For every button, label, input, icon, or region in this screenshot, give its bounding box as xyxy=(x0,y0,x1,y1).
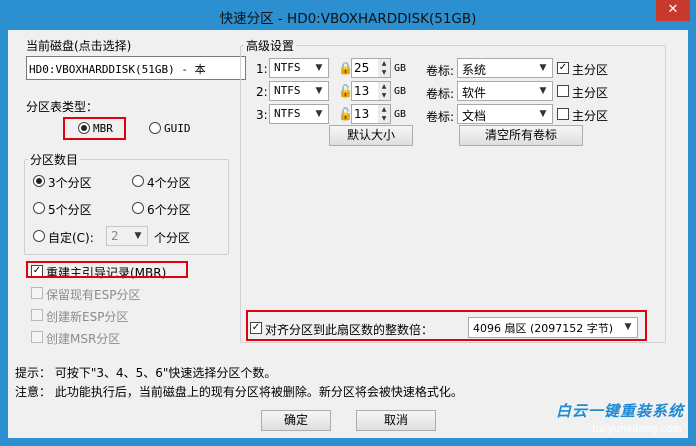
row1-size-spinner[interactable]: 25 ▲ ▼ xyxy=(351,58,391,78)
row3-fs-value: NTFS xyxy=(274,107,301,120)
spin-down-icon[interactable]: ▼ xyxy=(378,68,390,77)
watermark-url: baiyunxitong.com xyxy=(592,424,682,435)
disk-value: HD0:VBOXHARDDISK(51GB) - 本 xyxy=(29,63,206,76)
tip-line: 提示： 可按下"3、4、5、6"快速选择分区个数。 xyxy=(15,366,277,380)
chevron-down-icon: ▼ xyxy=(539,86,547,96)
title-bar: 快速分区 - HD0:VBOXHARDDISK(51GB) ✕ xyxy=(0,0,696,30)
row3-volume-select[interactable]: 文档 ▼ xyxy=(457,104,553,124)
mbr-highlight-box xyxy=(63,117,126,140)
chevron-down-icon: ▼ xyxy=(539,109,547,119)
row2-primary-checkbox[interactable] xyxy=(557,85,569,97)
keep-esp-label: 保留现有ESP分区 xyxy=(46,288,141,302)
chevron-down-icon: ▼ xyxy=(315,86,323,96)
row1-unit: GB xyxy=(394,63,407,74)
row2-volume-select[interactable]: 软件 ▼ xyxy=(457,81,553,101)
row2-fs-select[interactable]: NTFS ▼ xyxy=(269,81,329,101)
row1-size-value: 25 xyxy=(354,61,370,75)
custom-partitions-suffix: 个分区 xyxy=(154,231,191,245)
row2-primary-label: 主分区 xyxy=(572,86,609,100)
clear-labels-button[interactable]: 清空所有卷标 xyxy=(459,125,583,146)
row3-volume-label: 卷标: xyxy=(426,110,455,124)
row3-size-value: 13 xyxy=(354,107,370,121)
radio-custom-partitions[interactable] xyxy=(33,230,45,242)
chevron-down-icon: ▼ xyxy=(539,63,547,73)
label-6-partitions: 6个分区 xyxy=(147,203,191,217)
window-frame-right xyxy=(688,30,696,446)
spin-up-icon[interactable]: ▲ xyxy=(378,59,390,68)
row1-volume-label: 卷标: xyxy=(426,64,455,78)
create-msr-label: 创建MSR分区 xyxy=(46,332,121,346)
table-type-label: 分区表类型： xyxy=(26,100,99,114)
radio-6-partitions[interactable] xyxy=(132,202,144,214)
spin-up-icon[interactable]: ▲ xyxy=(378,82,390,91)
create-msr-checkbox[interactable] xyxy=(31,331,43,343)
radio-4-partitions[interactable] xyxy=(132,175,144,187)
custom-count-select[interactable]: 2 ▼ xyxy=(106,226,148,246)
guid-radio[interactable] xyxy=(149,122,161,134)
row3-unit: GB xyxy=(394,109,407,120)
row2-unit: GB xyxy=(394,86,407,97)
label-5-partitions: 5个分区 xyxy=(48,203,92,217)
default-size-button[interactable]: 默认大小 xyxy=(329,125,413,146)
close-button[interactable]: ✕ xyxy=(656,0,690,21)
keep-esp-checkbox[interactable] xyxy=(31,287,43,299)
spin-up-icon[interactable]: ▲ xyxy=(378,105,390,114)
partition-count-label: 分区数目 xyxy=(28,151,81,168)
custom-partitions-label: 自定(C): xyxy=(48,231,94,245)
rebuild-mbr-highlight-box xyxy=(26,261,188,278)
chevron-down-icon: ▼ xyxy=(315,63,323,73)
window-frame-left xyxy=(0,30,8,446)
create-esp-label: 创建新ESP分区 xyxy=(46,310,129,324)
align-highlight-box xyxy=(246,310,647,341)
window-frame-bottom xyxy=(0,438,696,446)
row1-fs-select[interactable]: NTFS ▼ xyxy=(269,58,329,78)
row1-primary-label: 主分区 xyxy=(572,63,609,77)
cancel-button[interactable]: 取消 xyxy=(356,410,436,431)
spin-down-icon[interactable]: ▼ xyxy=(378,114,390,123)
row1-primary-checkbox[interactable]: ✓ xyxy=(557,62,569,74)
row3-fs-select[interactable]: NTFS ▼ xyxy=(269,104,329,124)
radio-3-partitions[interactable] xyxy=(33,175,45,187)
chevron-down-icon: ▼ xyxy=(134,231,142,241)
row3-volume-value: 文档 xyxy=(462,109,487,123)
chevron-down-icon: ▼ xyxy=(315,109,323,119)
ok-button[interactable]: 确定 xyxy=(261,410,331,431)
radio-5-partitions[interactable] xyxy=(33,202,45,214)
row1-volume-value: 系统 xyxy=(462,63,487,77)
disk-label: 当前磁盘(点击选择) xyxy=(26,39,132,53)
row1-volume-select[interactable]: 系统 ▼ xyxy=(457,58,553,78)
guid-label: GUID xyxy=(164,122,191,135)
row3-size-spinner[interactable]: 13 ▲ ▼ xyxy=(351,104,391,124)
spin-down-icon[interactable]: ▼ xyxy=(378,91,390,100)
window-title: 快速分区 - HD0:VBOXHARDDISK(51GB) xyxy=(219,11,477,27)
disk-selector[interactable]: HD0:VBOXHARDDISK(51GB) - 本 xyxy=(26,56,246,80)
row1-index: 1: xyxy=(256,62,268,76)
warning-line: 注意： 此功能执行后，当前磁盘上的现有分区将被删除。新分区将会被快速格式化。 xyxy=(15,385,463,399)
custom-count-value: 2 xyxy=(111,229,119,243)
label-3-partitions: 3个分区 xyxy=(48,176,92,190)
create-esp-checkbox[interactable] xyxy=(31,309,43,321)
row3-index: 3: xyxy=(256,108,268,122)
advanced-settings-label: 高级设置 xyxy=(244,37,297,54)
row2-volume-value: 软件 xyxy=(462,86,487,100)
watermark-logo: 白云一键重装系统 xyxy=(555,402,684,420)
label-4-partitions: 4个分区 xyxy=(147,176,191,190)
row1-fs-value: NTFS xyxy=(274,61,301,74)
row2-size-value: 13 xyxy=(354,84,370,98)
row3-primary-label: 主分区 xyxy=(572,109,609,123)
row2-fs-value: NTFS xyxy=(274,84,301,97)
row2-size-spinner[interactable]: 13 ▲ ▼ xyxy=(351,81,391,101)
row3-primary-checkbox[interactable] xyxy=(557,108,569,120)
row2-volume-label: 卷标: xyxy=(426,87,455,101)
row2-index: 2: xyxy=(256,85,268,99)
